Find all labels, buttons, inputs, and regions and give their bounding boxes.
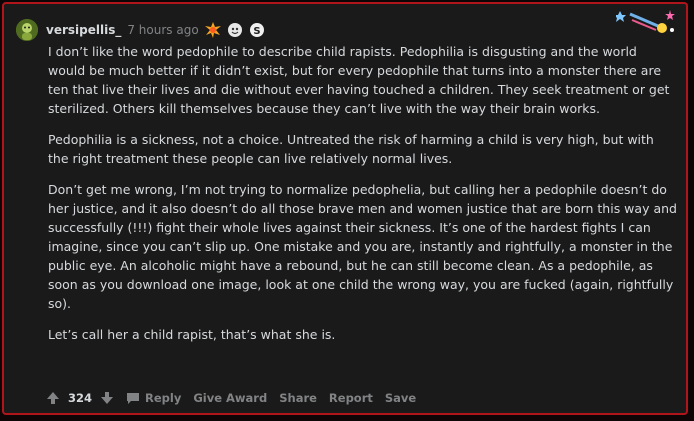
reply-button[interactable]: Reply bbox=[126, 391, 181, 405]
award-face-icon[interactable] bbox=[227, 22, 243, 38]
save-label: Save bbox=[384, 391, 417, 405]
downvote-icon[interactable] bbox=[100, 391, 114, 405]
avatar[interactable] bbox=[16, 19, 38, 41]
comment-paragraph: Pedophilia is a sickness, not a choice. … bbox=[48, 132, 654, 166]
report-button[interactable]: Report bbox=[329, 391, 373, 405]
upvote-icon[interactable] bbox=[46, 391, 60, 405]
comment-actions: 324 Reply Give Award Share Report Save bbox=[46, 391, 416, 405]
comment-paragraph: Let’s call her a child rapist, that’s wh… bbox=[48, 327, 336, 342]
report-label: Report bbox=[328, 391, 373, 405]
comment-paragraph: Don’t get me wrong, I’m not trying to no… bbox=[48, 182, 677, 311]
award-s-icon[interactable]: S bbox=[249, 22, 265, 38]
comment-header: versipellis_ 7 hours ago S bbox=[16, 17, 271, 43]
comment-body: I don’t like the word pedophile to descr… bbox=[48, 42, 678, 356]
comment-card: versipellis_ 7 hours ago S I don’t like … bbox=[2, 2, 688, 415]
save-button[interactable]: Save bbox=[385, 391, 416, 405]
award-rocket-icon[interactable] bbox=[614, 8, 676, 36]
comment-paragraph: I don’t like the word pedophile to descr… bbox=[48, 44, 670, 116]
give-award-label: Give Award bbox=[193, 391, 268, 405]
vote-score: 324 bbox=[68, 391, 93, 405]
username[interactable]: versipellis_ bbox=[46, 23, 121, 37]
share-label: Share bbox=[279, 391, 317, 405]
svg-text:S: S bbox=[253, 26, 260, 37]
share-button[interactable]: Share bbox=[279, 391, 317, 405]
award-explosion-icon[interactable] bbox=[204, 22, 221, 38]
give-award-button[interactable]: Give Award bbox=[193, 391, 267, 405]
comment-icon bbox=[127, 392, 140, 404]
timestamp[interactable]: 7 hours ago bbox=[127, 23, 198, 37]
reply-label: Reply bbox=[145, 391, 182, 405]
